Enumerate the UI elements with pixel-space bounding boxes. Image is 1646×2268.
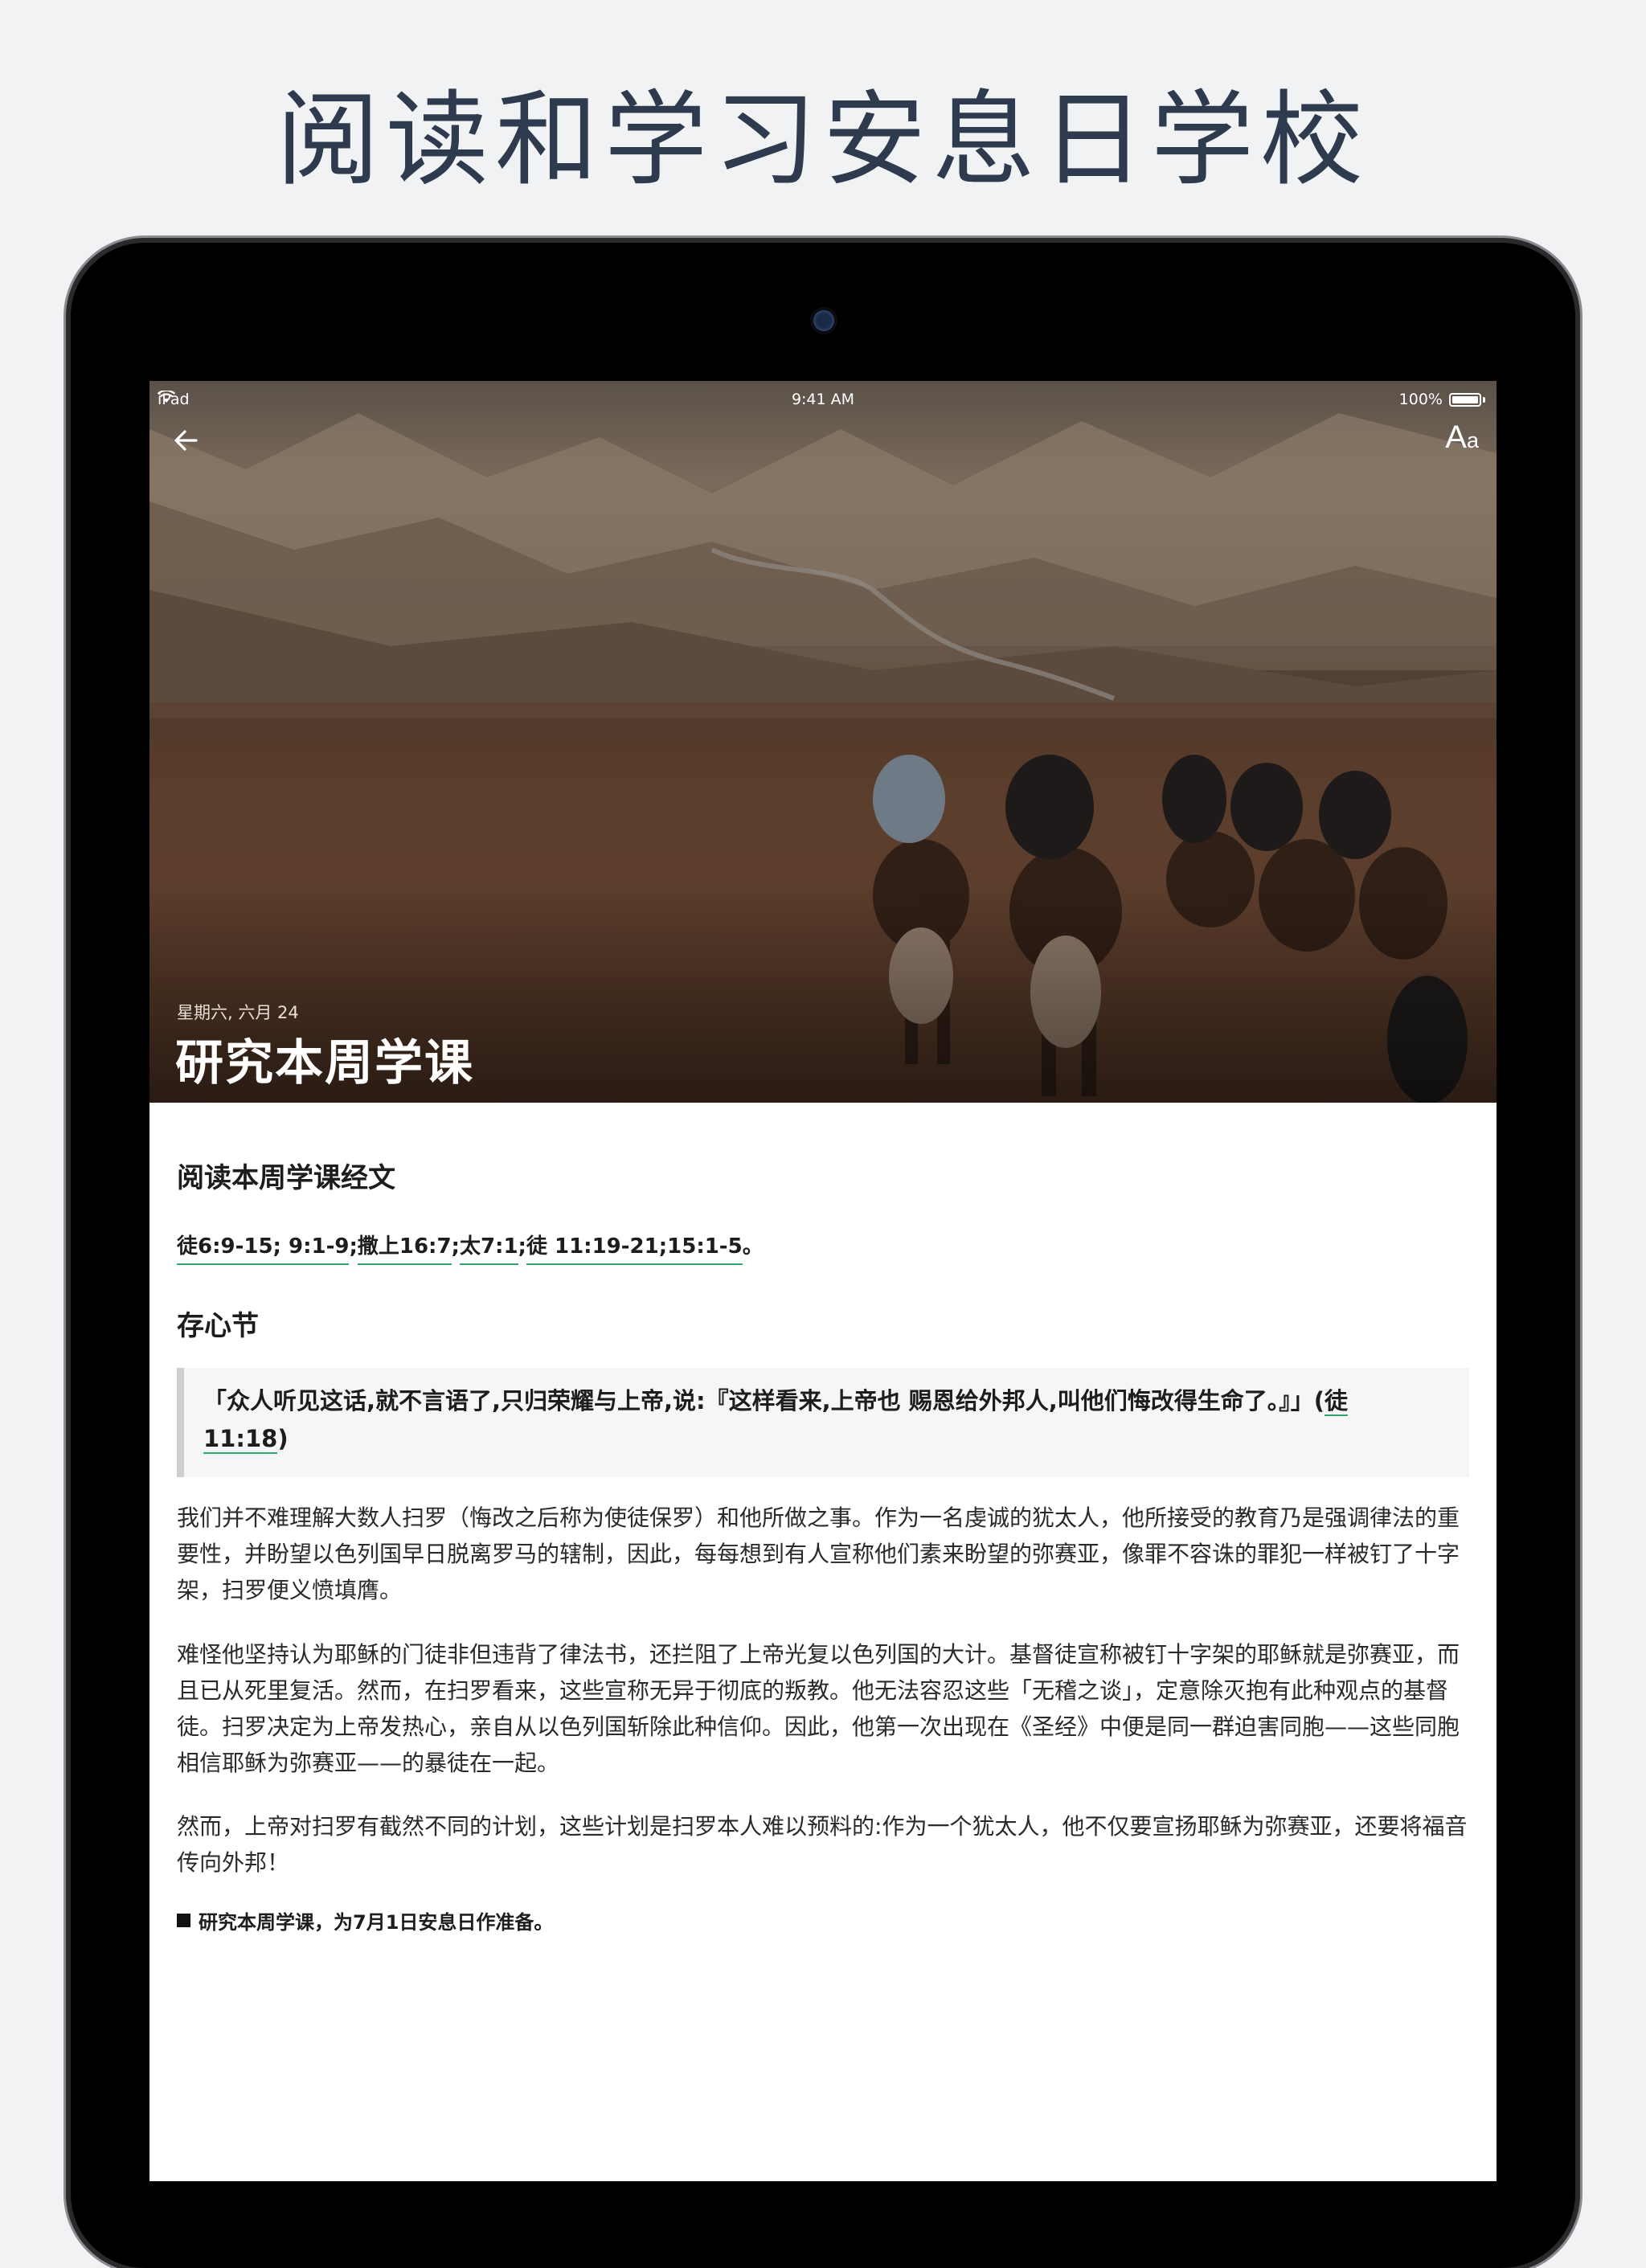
memory-verse-text: 「众人听见这话,就不言语了,只归荣耀与上帝,说:『这样看来,上帝也 赐恩给外邦人… bbox=[203, 1387, 1325, 1414]
status-right: 100% bbox=[1399, 391, 1485, 408]
memory-verse-block: 「众人听见这话,就不言语了,只归荣耀与上帝,说:『这样看来,上帝也 赐恩给外邦人… bbox=[177, 1368, 1469, 1477]
font-size-small-a: a bbox=[1466, 428, 1479, 452]
study-note: 研究本周学课，为7月1日安息日作准备。 bbox=[177, 1906, 553, 1934]
back-button[interactable] bbox=[169, 423, 204, 458]
lesson-title: 研究本周学课 bbox=[175, 1035, 474, 1091]
scripture-link[interactable]: 撒上16:7 bbox=[357, 1234, 452, 1265]
references-end: 。 bbox=[742, 1234, 764, 1259]
scripture-link[interactable]: 太7:1 bbox=[459, 1234, 518, 1265]
font-size-button[interactable]: Aa bbox=[1445, 420, 1479, 460]
battery-percent: 100% bbox=[1398, 391, 1443, 408]
lesson-date: 星期六, 六月 24 bbox=[177, 1003, 299, 1022]
battery-icon bbox=[1449, 392, 1481, 407]
battery-tip bbox=[1483, 396, 1485, 403]
memory-verse-end: ) bbox=[277, 1425, 289, 1452]
memory-verse-link[interactable]: 徒 bbox=[1325, 1387, 1349, 1416]
lesson-paragraph: 难怪他坚持认为耶稣的门徒非但违背了律法书，还拦阻了上帝光复以色列国的大计。基督徒… bbox=[177, 1641, 1460, 1776]
reading-heading: 阅读本周学课经文 bbox=[177, 1162, 395, 1194]
status-time: 9:41 AM bbox=[791, 391, 855, 408]
marketing-headline: 阅读和学习安息日学校 bbox=[276, 80, 1370, 200]
scripture-references: 徒6:9-15; 9:1-9;撒上16:7;太7:1;徒 11:19-21;15… bbox=[177, 1230, 764, 1265]
memory-verse-heading: 存心节 bbox=[177, 1310, 259, 1342]
arrow-left-icon bbox=[174, 430, 198, 451]
lesson-paragraph: 我们并不难理解大数人扫罗（悔改之后称为使徒保罗）和他所做之事。作为一名虔诚的犹太… bbox=[177, 1504, 1460, 1603]
hero-image: iPad 9:41 AM 100% Aa 星期六, 六月 24 研究本周学课 bbox=[149, 381, 1497, 1103]
lesson-paragraph: 然而，上帝对扫罗有截然不同的计划，这些计划是扫罗本人难以预料的:作为一个犹太人，… bbox=[177, 1813, 1468, 1876]
app-screen: iPad 9:41 AM 100% Aa 星期六, 六月 24 研究本周学课 阅… bbox=[149, 381, 1497, 2181]
font-size-large-a: A bbox=[1445, 420, 1467, 455]
study-note-text: 研究本周学课，为7月1日安息日作准备。 bbox=[199, 1911, 554, 1934]
front-camera bbox=[813, 310, 834, 331]
status-bar: iPad 9:41 AM 100% bbox=[149, 381, 1497, 416]
square-bullet-icon bbox=[177, 1914, 190, 1927]
scripture-link[interactable]: 徒 11:19-21;15:1-5 bbox=[526, 1234, 743, 1265]
scripture-link[interactable]: 徒6:9-15; 9:1-9 bbox=[177, 1234, 350, 1265]
memory-verse-link[interactable]: 11:18 bbox=[203, 1425, 278, 1454]
